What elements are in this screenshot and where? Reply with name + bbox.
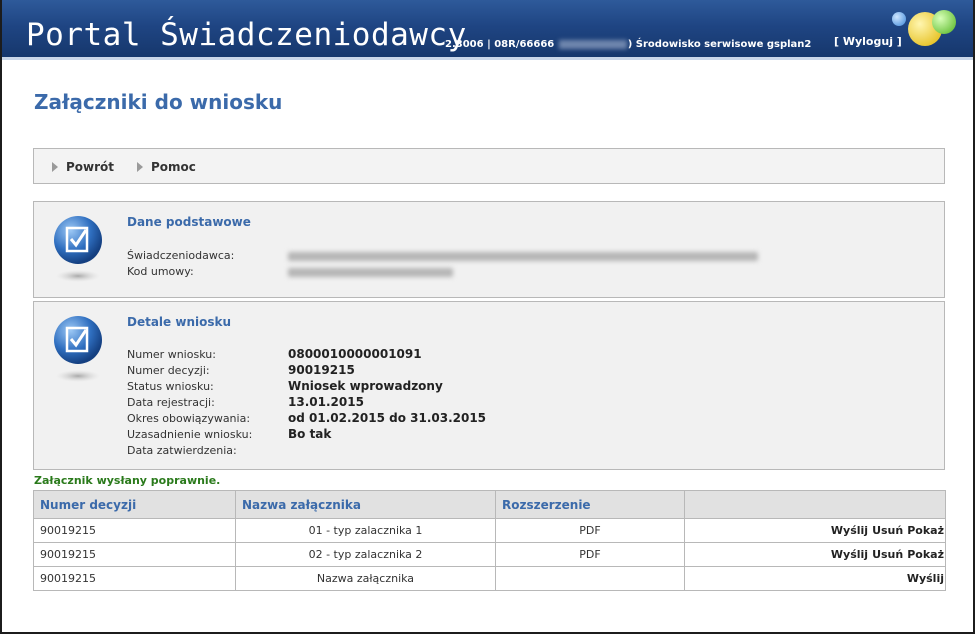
cell-extension: PDF	[495, 518, 685, 543]
cell-decision: 90019215	[33, 518, 236, 543]
cell-name: 01 - typ zalacznika 1	[235, 518, 496, 543]
decision-number-value: 90019215	[288, 363, 355, 377]
show-link[interactable]: Pokaż	[907, 524, 944, 537]
cell-decision: 90019215	[33, 542, 236, 567]
cell-extension: PDF	[495, 542, 685, 567]
approval-date-label: Data zatwierdzenia:	[127, 444, 237, 457]
document-check-icon	[54, 216, 102, 282]
page-title: Załączniki do wniosku	[34, 90, 283, 114]
request-status-label: Status wniosku:	[127, 380, 214, 393]
success-message: Załącznik wysłany poprawnie.	[34, 474, 221, 487]
app-window: Portal Świadczeniodawcy 2.3006 | 08R/666…	[0, 0, 975, 634]
table-row: 90019215 Nazwa załącznika Wyślij	[33, 566, 946, 591]
delete-link[interactable]: Usuń	[872, 524, 903, 537]
show-link[interactable]: Pokaż	[907, 548, 944, 561]
session-info: 2.3006 | 08R/66666 ) Środowisko serwisow…	[445, 39, 811, 50]
registration-date-label: Data rejestracji:	[127, 396, 215, 409]
help-label: Pomoc	[151, 160, 196, 174]
delete-link[interactable]: Usuń	[872, 548, 903, 561]
cell-actions: Wyślij Usuń Pokaż	[684, 518, 946, 543]
back-button[interactable]: Powrót	[52, 160, 114, 174]
action-toolbar: Powrót Pomoc	[33, 148, 945, 184]
table-header-row: Numer decyzji Nazwa załącznika Rozszerze…	[33, 490, 946, 519]
cell-name: Nazwa załącznika	[235, 566, 496, 591]
help-button[interactable]: Pomoc	[137, 160, 196, 174]
column-header-name[interactable]: Nazwa załącznika	[235, 490, 496, 519]
document-check-icon	[54, 316, 102, 382]
request-details-panel: Detale wniosku Numer wniosku: 0800010000…	[33, 301, 945, 470]
send-link[interactable]: Wyślij	[907, 572, 944, 585]
basic-data-panel: Dane podstawowe Świadczeniodawca: Kod um…	[33, 201, 945, 298]
table-row: 90019215 02 - typ zalacznika 2 PDF Wyśli…	[33, 542, 946, 567]
justification-label: Uzasadnienie wniosku:	[127, 428, 253, 441]
decision-number-label: Numer decyzji:	[127, 364, 210, 377]
column-header-actions	[684, 490, 946, 519]
cell-actions: Wyślij	[684, 566, 946, 591]
attachments-table: Numer decyzji Nazwa załącznika Rozszerze…	[33, 490, 946, 591]
validity-period-value: od 01.02.2015 do 31.03.2015	[288, 411, 487, 425]
cell-extension	[495, 566, 685, 591]
arrow-right-icon	[52, 162, 58, 172]
contract-label: Kod umowy:	[127, 265, 194, 278]
version-text: 2.3006 | 08R/66666	[445, 39, 555, 50]
validity-period-label: Okres obowiązywania:	[127, 412, 251, 425]
request-details-title: Detale wniosku	[127, 315, 232, 329]
request-number-value: 0800010000001091	[288, 347, 422, 361]
back-label: Powrót	[66, 160, 115, 174]
arrow-right-icon	[137, 162, 143, 172]
send-link[interactable]: Wyślij	[831, 548, 868, 561]
justification-value: Bo tak	[288, 427, 332, 441]
environment-text: ) Środowisko serwisowe gsplan2	[627, 39, 812, 50]
cell-name: 02 - typ zalacznika 2	[235, 542, 496, 567]
redacted-provider	[288, 252, 758, 261]
portal-header: Portal Świadczeniodawcy 2.3006 | 08R/666…	[2, 0, 973, 60]
redacted-contract	[288, 268, 453, 277]
portal-title: Portal Świadczeniodawcy	[26, 17, 467, 53]
table-row: 90019215 01 - typ zalacznika 1 PDF Wyśli…	[33, 518, 946, 543]
column-header-extension[interactable]: Rozszerzenie	[495, 490, 685, 519]
column-header-decision[interactable]: Numer decyzji	[33, 490, 236, 519]
logo-balls-icon	[888, 6, 958, 48]
request-status-value: Wniosek wprowadzony	[288, 379, 443, 393]
send-link[interactable]: Wyślij	[831, 524, 868, 537]
provider-label: Świadczeniodawca:	[127, 249, 235, 262]
request-number-label: Numer wniosku:	[127, 348, 216, 361]
redacted-text	[558, 39, 627, 49]
cell-actions: Wyślij Usuń Pokaż	[684, 542, 946, 567]
basic-data-title: Dane podstawowe	[127, 215, 251, 229]
cell-decision: 90019215	[33, 566, 236, 591]
registration-date-value: 13.01.2015	[288, 395, 364, 409]
